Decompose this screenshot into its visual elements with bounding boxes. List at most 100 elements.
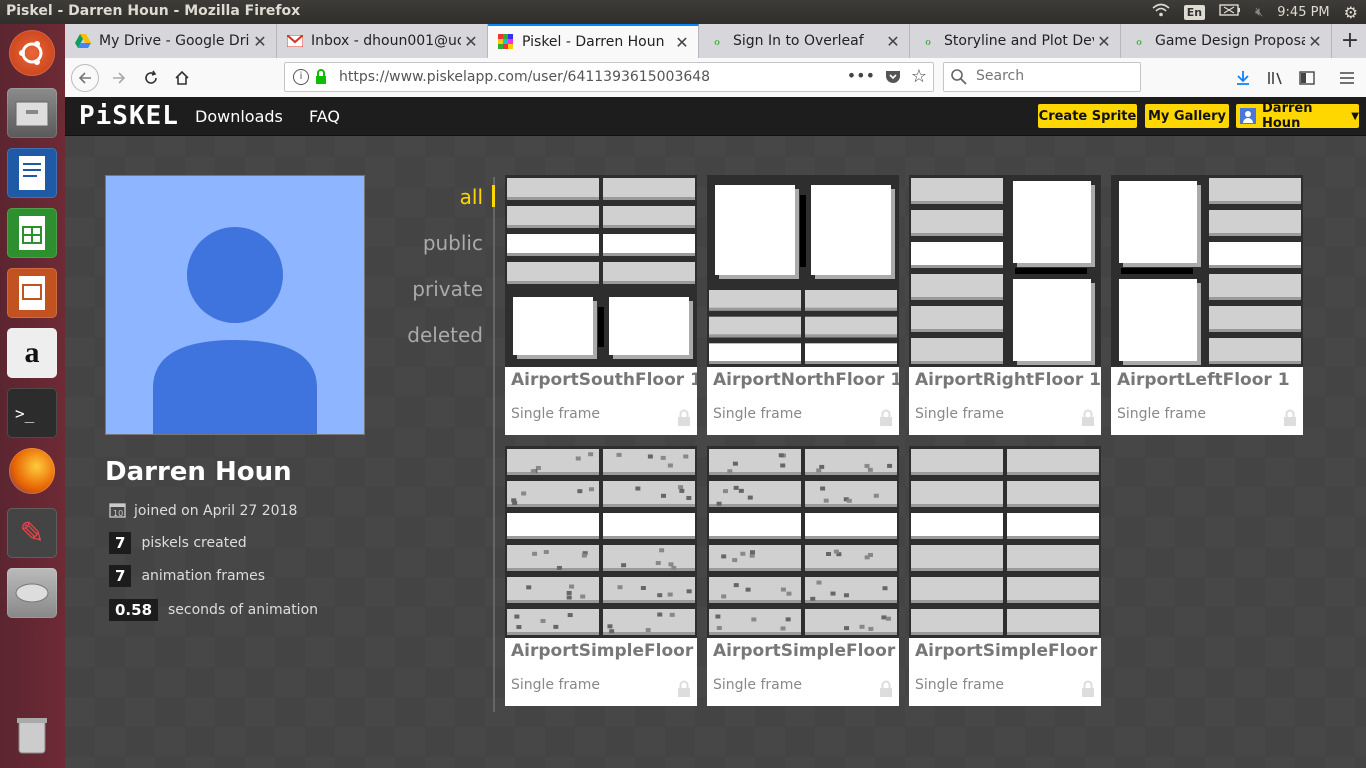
sidebar-icon[interactable]: [1293, 64, 1321, 92]
sprite-card[interactable]: AirportSimpleFloor 2 Single frame: [505, 446, 697, 706]
close-icon[interactable]: ✕: [672, 33, 692, 52]
url-text[interactable]: https://www.piskelapp.com/user/641139361…: [339, 69, 710, 85]
sprite-title[interactable]: AirportLeftFloor 1: [1117, 370, 1290, 390]
sprite-title[interactable]: AirportSimpleFloor: [915, 641, 1097, 661]
lock-icon[interactable]: [315, 69, 327, 89]
close-icon[interactable]: ✕: [250, 32, 270, 51]
lock-icon[interactable]: [1081, 680, 1095, 702]
sprite-title[interactable]: AirportRightFloor 1: [915, 370, 1101, 390]
writer-icon[interactable]: [7, 148, 57, 198]
nav-link-downloads[interactable]: Downloads: [195, 107, 283, 126]
piskel-page: PiSKEL Downloads FAQ Create Sprite My Ga…: [65, 97, 1366, 768]
tab-gmail[interactable]: Inbox - dhoun001@ucr.edu ✕: [277, 24, 488, 58]
sprite-card[interactable]: AirportSimpleFloor 1 Single frame: [707, 446, 899, 706]
sprite-subtitle: Single frame: [915, 677, 1005, 693]
sprite-subtitle: Single frame: [713, 406, 803, 422]
reload-button[interactable]: [137, 64, 165, 92]
sprite-thumbnail[interactable]: [505, 446, 697, 638]
tab-label: Sign In to Overleaf: [733, 33, 864, 49]
sprite-thumbnail[interactable]: [909, 175, 1101, 367]
user-menu-button[interactable]: Darren Houn ▼: [1236, 101, 1359, 131]
close-icon[interactable]: ✕: [1305, 32, 1325, 51]
sprite-card[interactable]: AirportNorthFloor 1 Single frame: [707, 175, 899, 435]
clock[interactable]: 9:45 PM: [1277, 5, 1329, 20]
info-icon[interactable]: i: [293, 69, 309, 85]
overleaf-favicon-icon: ℴ: [925, 34, 931, 48]
close-icon[interactable]: ✕: [883, 32, 903, 51]
lock-icon[interactable]: [677, 409, 691, 431]
sprite-subtitle: Single frame: [511, 677, 601, 693]
terminal-icon[interactable]: >_: [7, 388, 57, 438]
firefox-icon[interactable]: [9, 448, 55, 494]
sprite-title[interactable]: AirportNorthFloor 1: [713, 370, 899, 390]
pocket-icon[interactable]: [885, 69, 901, 88]
seconds-count: 0.58: [109, 599, 159, 621]
page-actions-icon[interactable]: •••: [847, 66, 875, 85]
nav-link-faq[interactable]: FAQ: [309, 107, 340, 126]
home-button[interactable]: [168, 64, 196, 92]
sprite-subtitle: Single frame: [915, 406, 1005, 422]
tab-piskel[interactable]: Piskel - Darren Houn ✕: [488, 24, 699, 58]
filter-active-indicator: [492, 185, 495, 207]
my-gallery-button[interactable]: My Gallery: [1145, 104, 1229, 128]
sprite-thumbnail[interactable]: [505, 175, 697, 367]
stat-piskels: 7 piskels created: [109, 531, 247, 555]
wifi-icon[interactable]: [1152, 3, 1170, 21]
sprite-title[interactable]: AirportSouthFloor 1: [511, 370, 697, 390]
tab-label: Piskel - Darren Houn: [522, 34, 665, 50]
sprite-card[interactable]: AirportLeftFloor 1 Single frame: [1111, 175, 1303, 435]
close-icon[interactable]: ✕: [1094, 32, 1114, 51]
calc-icon[interactable]: [7, 208, 57, 258]
downloads-icon[interactable]: [1229, 64, 1257, 92]
create-sprite-button[interactable]: Create Sprite: [1038, 104, 1137, 128]
tab-game-design[interactable]: ℴ Game Design Proposal ✕: [1121, 24, 1332, 58]
amazon-icon[interactable]: a: [7, 328, 57, 378]
tab-storyline[interactable]: ℴ Storyline and Plot Development ✕: [910, 24, 1121, 58]
back-button[interactable]: [71, 64, 99, 92]
tab-overleaf-signin[interactable]: ℴ Sign In to Overleaf ✕: [699, 24, 910, 58]
keyboard-layout-indicator[interactable]: En: [1183, 4, 1206, 20]
search-input[interactable]: [974, 67, 1128, 85]
sprite-card[interactable]: AirportSimpleFloor Single frame: [909, 446, 1101, 706]
forward-button[interactable]: [105, 64, 133, 92]
lock-icon[interactable]: [1283, 409, 1297, 431]
sprite-card[interactable]: AirportSouthFloor 1 Single frame: [505, 175, 697, 435]
close-icon[interactable]: ✕: [461, 32, 481, 51]
sprite-title[interactable]: AirportSimpleFloor 2: [511, 641, 697, 661]
filter-public[interactable]: public: [423, 231, 483, 255]
url-bar[interactable]: i https://www.piskelapp.com/user/6411393…: [284, 62, 934, 92]
battery-icon[interactable]: [1219, 4, 1241, 20]
bookmark-star-icon[interactable]: ☆: [911, 66, 927, 87]
filter-private[interactable]: private: [412, 277, 483, 301]
lock-icon[interactable]: [879, 409, 893, 431]
trash-icon[interactable]: [7, 710, 57, 760]
lock-icon[interactable]: [677, 680, 691, 702]
library-icon[interactable]: [1262, 64, 1290, 92]
settings-icon[interactable]: ✎: [7, 508, 57, 558]
filter-deleted[interactable]: deleted: [407, 323, 483, 347]
sprite-thumbnail[interactable]: [909, 446, 1101, 638]
menu-icon[interactable]: [1333, 64, 1361, 92]
sprite-title[interactable]: AirportSimpleFloor 1: [713, 641, 899, 661]
filter-all[interactable]: all: [460, 185, 483, 209]
volume-muted-icon[interactable]: 🔇︎: [1255, 5, 1263, 20]
sprite-card[interactable]: AirportRightFloor 1 Single frame: [909, 175, 1101, 435]
drive-icon[interactable]: [7, 568, 57, 618]
lock-icon[interactable]: [1081, 409, 1095, 431]
lock-icon[interactable]: [879, 680, 893, 702]
os-top-bar: Piskel - Darren Houn - Mozilla Firefox E…: [0, 0, 1366, 24]
sprite-thumbnail[interactable]: [707, 175, 899, 367]
piskel-logo[interactable]: PiSKEL: [79, 101, 179, 131]
tab-google-drive[interactable]: My Drive - Google Drive ✕: [65, 24, 277, 58]
sprite-thumbnail[interactable]: [1111, 175, 1303, 367]
power-gear-icon[interactable]: ⚙: [1344, 3, 1358, 22]
svg-text:10: 10: [113, 509, 123, 518]
files-icon[interactable]: [7, 88, 57, 138]
search-bar[interactable]: [943, 62, 1141, 92]
ubuntu-logo-icon[interactable]: [9, 30, 55, 76]
tab-label: My Drive - Google Drive: [99, 33, 250, 49]
new-tab-button[interactable]: +: [1337, 28, 1363, 54]
impress-icon[interactable]: [7, 268, 57, 318]
tab-label: Inbox - dhoun001@ucr.edu: [311, 33, 461, 49]
sprite-thumbnail[interactable]: [707, 446, 899, 638]
